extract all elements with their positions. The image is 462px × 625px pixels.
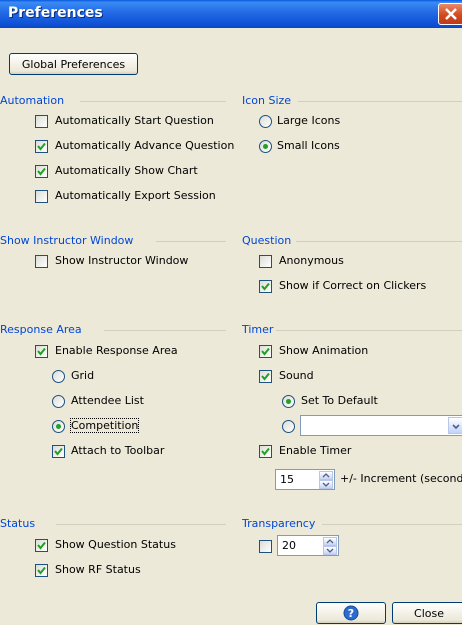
checkbox[interactable]: [259, 255, 272, 268]
checkbox-label: Show Animation: [279, 344, 369, 357]
spinner-value: 20: [282, 539, 296, 552]
radio[interactable]: [52, 395, 65, 408]
check-icon: [37, 167, 46, 176]
close-icon: [445, 8, 457, 20]
group-divider: [322, 524, 462, 525]
sound-select[interactable]: [300, 415, 462, 436]
checkbox-label: Sound: [279, 369, 314, 382]
checkbox-label: Show if Correct on Clickers: [279, 279, 427, 292]
checkbox-label: Automatically Advance Question: [55, 139, 235, 152]
increment-label: +/- Increment (seconds): [340, 472, 462, 485]
automation-group-title: Automation: [0, 94, 65, 107]
spinner-down-icon[interactable]: [323, 546, 337, 555]
group-divider: [80, 101, 226, 102]
spinner-arrows[interactable]: [319, 471, 333, 489]
checkbox[interactable]: [35, 190, 48, 203]
radio[interactable]: [282, 420, 295, 433]
checkbox-checked[interactable]: [35, 539, 48, 552]
title-bar: Preferences: [0, 0, 462, 28]
radio[interactable]: [52, 370, 65, 383]
spinner-up-icon[interactable]: [323, 537, 337, 546]
checkbox-label: Automatically Export Session: [55, 189, 216, 202]
chevron-down-icon[interactable]: [448, 417, 462, 434]
help-button[interactable]: ?: [316, 602, 386, 624]
checkbox-checked[interactable]: [35, 165, 48, 178]
dialog-content: Global Preferences Automation Automatica…: [0, 28, 462, 625]
radio-selected[interactable]: [52, 420, 65, 433]
close-button[interactable]: Close: [392, 602, 462, 624]
radio-label: Small Icons: [277, 139, 340, 152]
checkbox-label: Anonymous: [279, 254, 344, 267]
group-divider: [104, 330, 226, 331]
check-icon: [54, 447, 63, 456]
spinner-value: 15: [280, 473, 294, 486]
check-icon: [261, 372, 270, 381]
close-window-button[interactable]: [438, 3, 462, 25]
group-divider: [156, 241, 226, 242]
checkbox-checked[interactable]: [259, 280, 272, 293]
spinner-arrows[interactable]: [323, 537, 337, 555]
transparency-group-title: Transparency: [242, 517, 316, 530]
instructor-group-title: Show Instructor Window: [0, 234, 134, 247]
checkbox-label: Show Instructor Window: [55, 254, 189, 267]
checkbox-checked[interactable]: [35, 345, 48, 358]
group-divider: [276, 330, 462, 331]
radio-label: Attendee List: [71, 394, 144, 407]
group-divider: [56, 524, 226, 525]
checkbox-checked[interactable]: [259, 370, 272, 383]
check-icon: [37, 347, 46, 356]
check-icon: [37, 541, 46, 550]
transparency-checkbox[interactable]: [259, 540, 272, 553]
checkbox-checked[interactable]: [259, 345, 272, 358]
radio[interactable]: [259, 115, 272, 128]
icon-size-group-title: Icon Size: [242, 94, 292, 107]
check-icon: [37, 142, 46, 151]
checkbox-label: Show Question Status: [55, 538, 176, 551]
status-group-title: Status: [0, 517, 36, 530]
checkbox-checked[interactable]: [52, 445, 65, 458]
checkbox[interactable]: [35, 115, 48, 128]
checkbox[interactable]: [35, 255, 48, 268]
check-icon: [261, 447, 270, 456]
spinner-down-icon[interactable]: [319, 480, 333, 489]
radio-label: Grid: [71, 369, 95, 382]
window-title: Preferences: [8, 5, 103, 21]
question-group-title: Question: [242, 234, 292, 247]
group-divider: [298, 101, 462, 102]
help-icon: ?: [343, 605, 359, 621]
radio-selected[interactable]: [259, 140, 272, 153]
radio-label: Set To Default: [301, 394, 378, 407]
radio-label: Competition: [69, 418, 140, 433]
checkbox-label: Automatically Show Chart: [55, 164, 198, 177]
checkbox-checked[interactable]: [35, 564, 48, 577]
radio-selected[interactable]: [282, 395, 295, 408]
radio-label: Large Icons: [277, 114, 341, 127]
checkbox-label: Enable Timer: [279, 444, 352, 457]
checkbox-label: Automatically Start Question: [55, 114, 214, 127]
svg-text:?: ?: [348, 607, 354, 620]
transparency-spinner[interactable]: 20: [277, 535, 339, 556]
checkbox-checked[interactable]: [35, 140, 48, 153]
checkbox-label: Show RF Status: [55, 563, 141, 576]
checkbox-label: Attach to Toolbar: [71, 444, 165, 457]
checkbox-checked[interactable]: [259, 445, 272, 458]
check-icon: [261, 282, 270, 291]
response-area-group-title: Response Area: [0, 323, 82, 336]
spinner-up-icon[interactable]: [319, 471, 333, 480]
check-icon: [37, 566, 46, 575]
global-preferences-button[interactable]: Global Preferences: [9, 53, 138, 75]
preferences-window: Preferences Global Preferences Automatio…: [0, 0, 462, 625]
check-icon: [261, 347, 270, 356]
group-divider: [296, 241, 462, 242]
checkbox-label: Enable Response Area: [55, 344, 178, 357]
timer-increment-spinner[interactable]: 15: [275, 469, 335, 490]
timer-group-title: Timer: [242, 323, 274, 336]
